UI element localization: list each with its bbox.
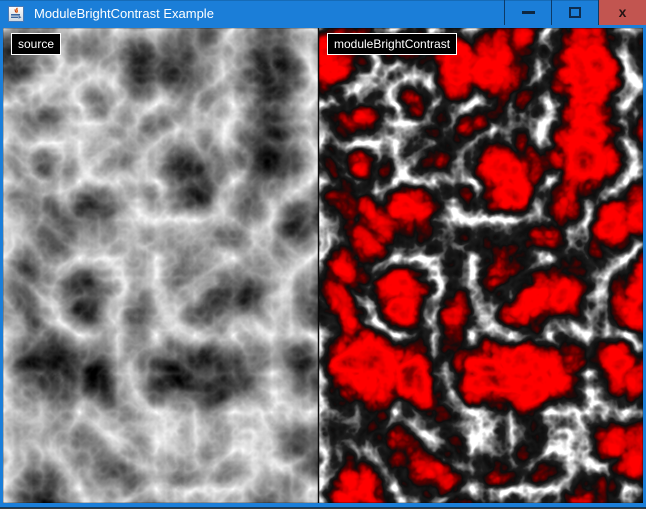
result-label: moduleBrightContrast [327,33,457,55]
content-area: source moduleBrightContrast [3,28,643,503]
source-noise-image [3,28,318,503]
java-app-icon[interactable] [8,6,24,22]
result-panel: moduleBrightContrast [319,28,643,503]
window-controls: x [504,0,646,28]
maximize-icon [569,7,581,18]
minimize-button[interactable] [504,0,551,25]
close-button[interactable]: x [598,0,646,25]
source-label: source [11,33,61,55]
maximize-button[interactable] [551,0,598,25]
app-window: ModuleBrightContrast Example x source [0,0,646,507]
result-noise-image [319,28,643,503]
window-title: ModuleBrightContrast Example [34,0,504,28]
source-panel: source [3,28,318,503]
close-icon: x [619,5,627,19]
titlebar[interactable]: ModuleBrightContrast Example x [0,0,646,28]
minimize-icon [522,11,535,14]
